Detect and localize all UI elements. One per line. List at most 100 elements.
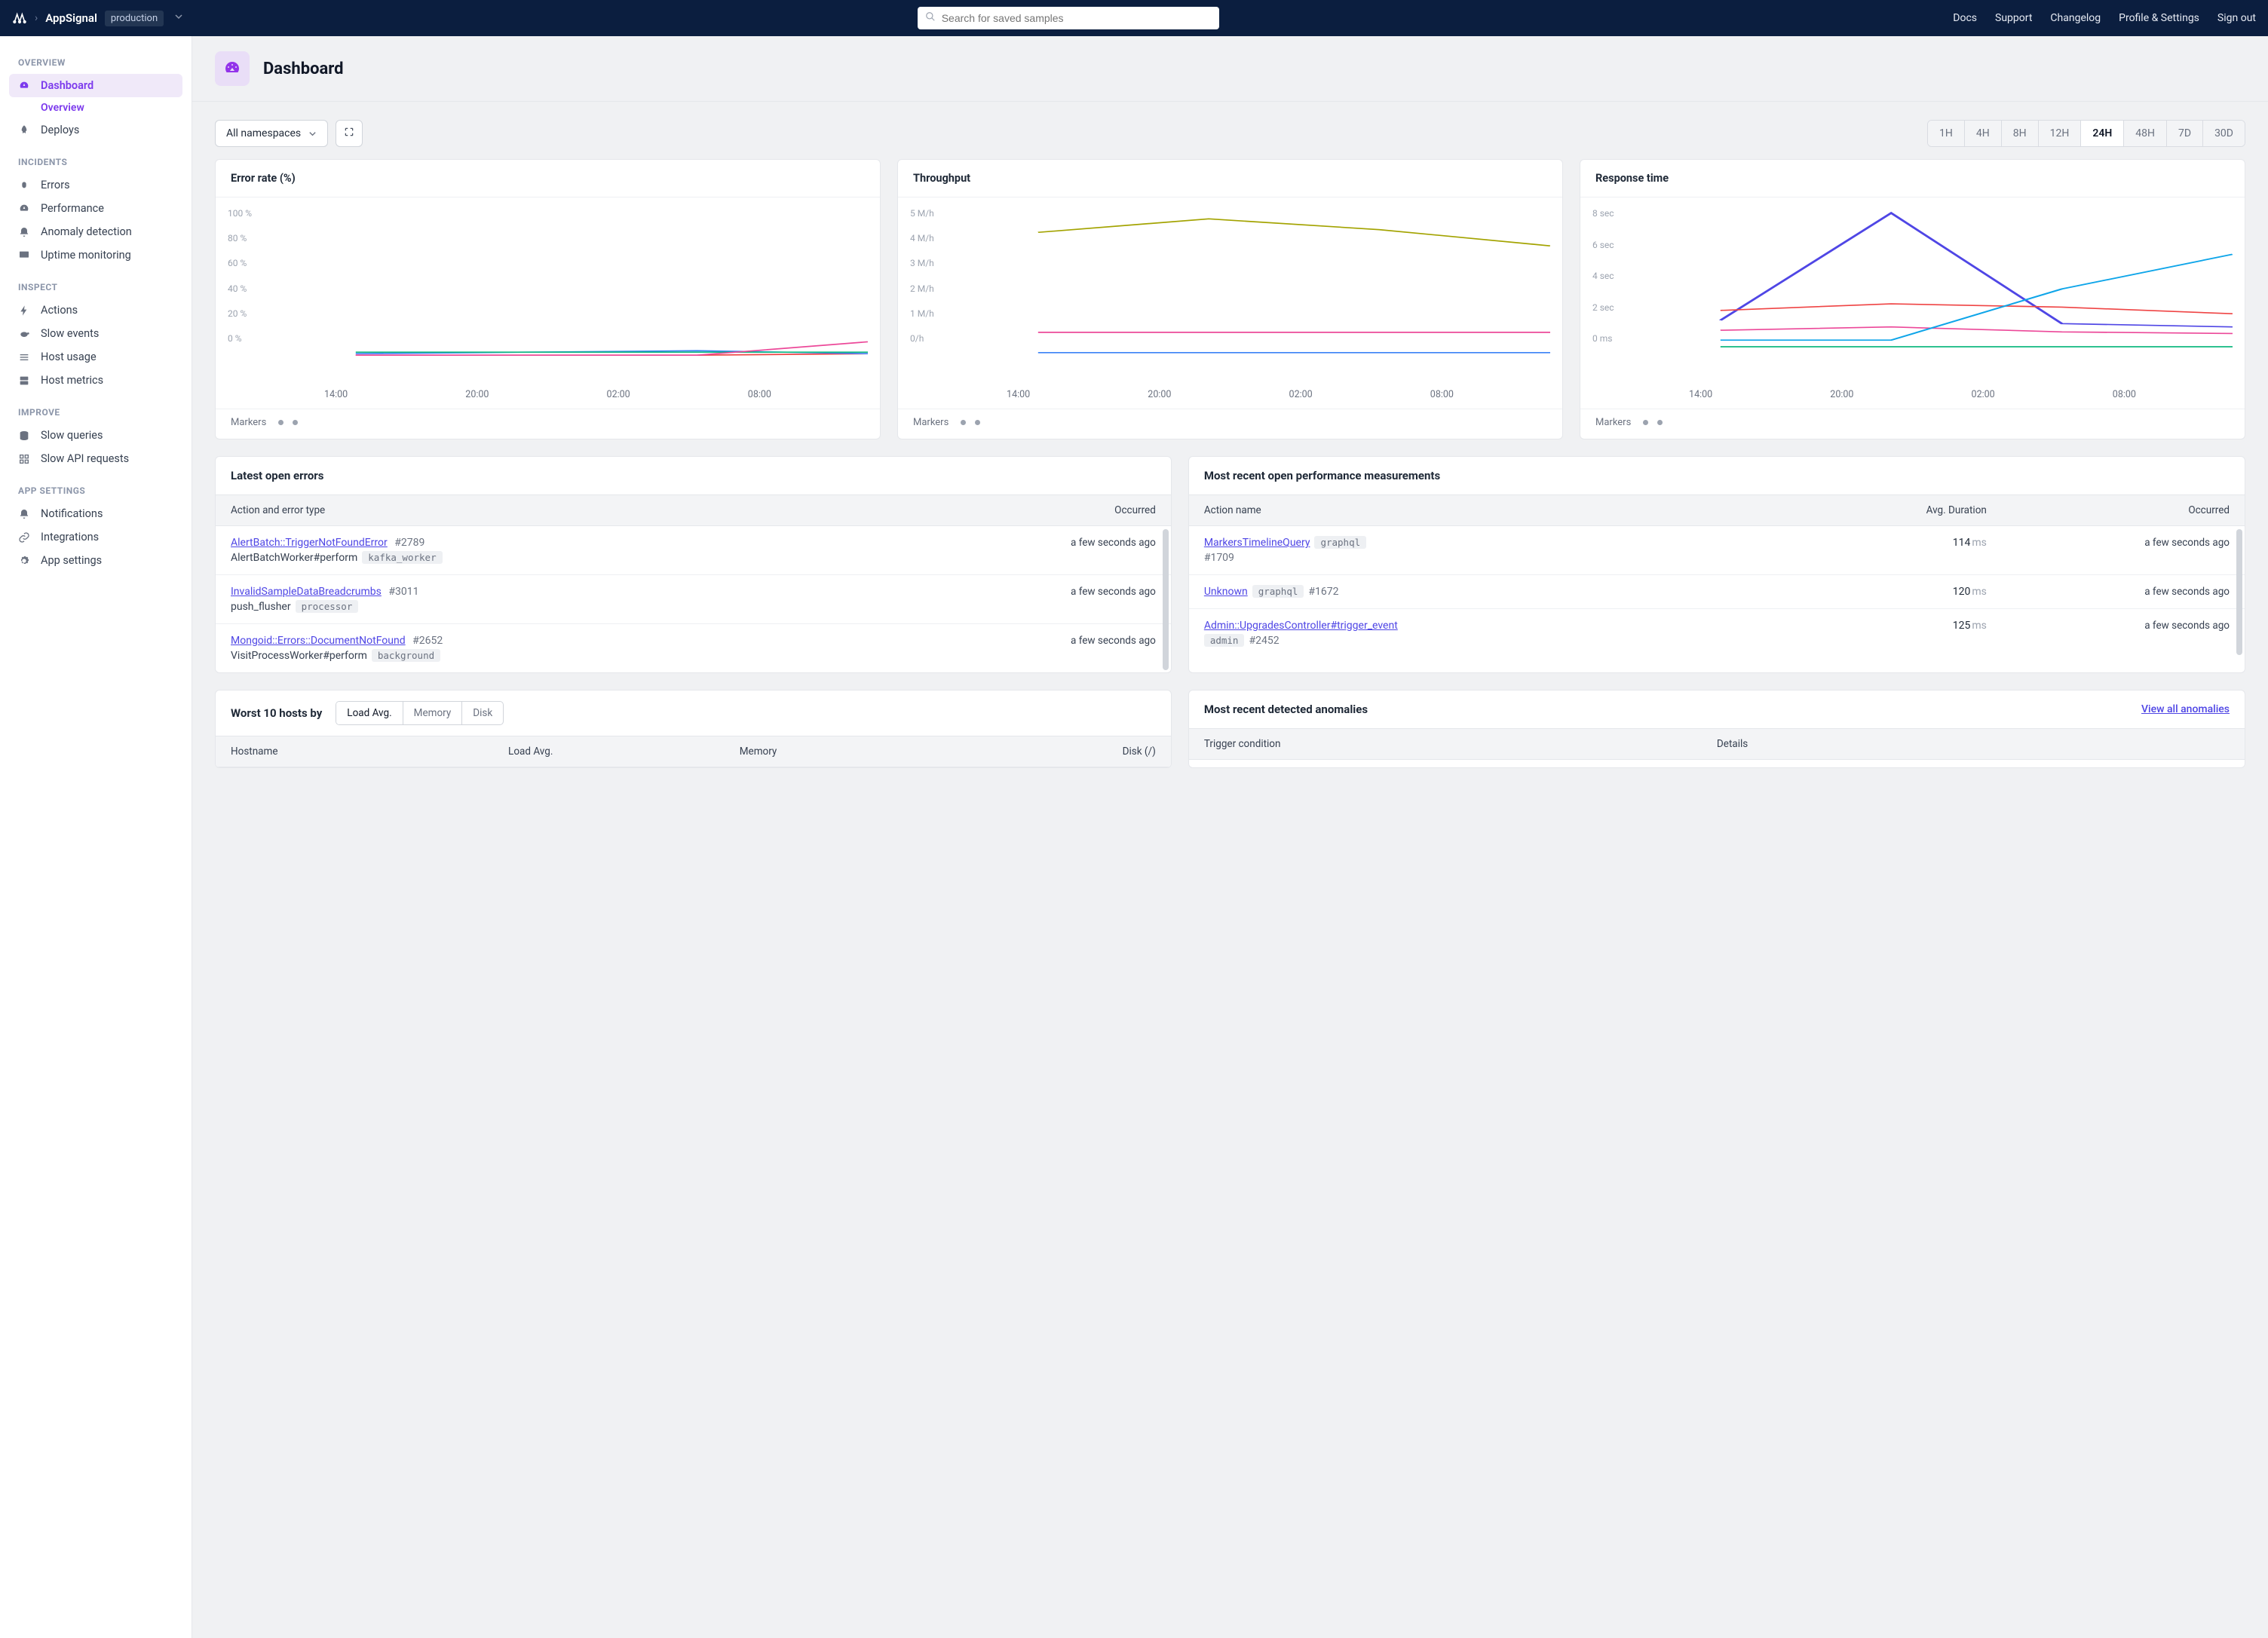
table-row[interactable]: MarkersTimelineQuerygraphql#1709 114ms a… xyxy=(1189,526,2245,575)
table-row[interactable]: AlertBatch::TriggerNotFoundError #2789 A… xyxy=(216,526,1171,575)
hosts-metric-segment: Load Avg.MemoryDisk xyxy=(336,701,504,725)
db-icon xyxy=(18,430,32,442)
api-icon xyxy=(18,453,32,465)
sidebar-item-anomaly-detection[interactable]: Anomaly detection xyxy=(9,220,182,243)
namespace-select[interactable]: All namespaces xyxy=(215,120,328,147)
perf-link[interactable]: Admin::UpgradesController#trigger_event xyxy=(1204,620,1398,632)
time-range-7d[interactable]: 7D xyxy=(2167,121,2203,146)
gear-icon xyxy=(18,555,32,567)
perf-link[interactable]: Unknown xyxy=(1204,586,1248,598)
y-axis-labels: 100 %80 %60 %40 %20 %0 % xyxy=(228,208,252,344)
sidebar-item-dashboard[interactable]: Dashboard xyxy=(9,74,182,97)
list-icon xyxy=(18,351,32,363)
sidebar-item-slow-queries[interactable]: Slow queries xyxy=(9,424,182,447)
table-row[interactable]: Unknowngraphql#1672 120ms a few seconds … xyxy=(1189,575,2245,609)
chevron-down-icon[interactable] xyxy=(174,12,183,24)
bell-icon xyxy=(18,508,32,520)
time-range-8h[interactable]: 8H xyxy=(2002,121,2039,146)
search-icon xyxy=(925,11,936,25)
time-range-48h[interactable]: 48H xyxy=(2124,121,2167,146)
marker-dots[interactable] xyxy=(278,420,298,425)
sidebar-item-errors[interactable]: Errors xyxy=(9,173,182,197)
avg-duration: 125ms xyxy=(1798,620,1987,632)
sidebar-item-label: Actions xyxy=(41,304,78,317)
marker-dots[interactable] xyxy=(961,420,980,425)
table-row[interactable]: InvalidSampleDataBreadcrumbs #3011 push_… xyxy=(216,575,1171,624)
expand-button[interactable] xyxy=(336,120,363,147)
sidebar-item-label: Slow queries xyxy=(41,429,103,442)
time-range-24h[interactable]: 24H xyxy=(2081,121,2124,146)
avg-duration: 114ms xyxy=(1798,537,1987,549)
error-link[interactable]: Mongoid::Errors::DocumentNotFound xyxy=(231,635,406,647)
search-box[interactable] xyxy=(918,7,1219,29)
environment-badge[interactable]: production xyxy=(105,11,164,26)
chart-plot[interactable] xyxy=(228,208,868,381)
markers-row: Markers xyxy=(898,409,1562,439)
occurred-label: a few seconds ago xyxy=(887,635,1156,647)
chart-title: Error rate (%) xyxy=(216,160,880,197)
time-range-30d[interactable]: 30D xyxy=(2203,121,2245,146)
search-input[interactable] xyxy=(942,12,1212,24)
sidebar-item-label: Notifications xyxy=(41,507,103,520)
sidebar-item-label: Host metrics xyxy=(41,374,103,387)
sidebar-item-host-metrics[interactable]: Host metrics xyxy=(9,369,182,392)
topbar-link-profile-settings[interactable]: Profile & Settings xyxy=(2119,12,2199,24)
time-range-12h[interactable]: 12H xyxy=(2039,121,2082,146)
topbar-link-docs[interactable]: Docs xyxy=(1953,12,1977,24)
perf-link[interactable]: MarkersTimelineQuery xyxy=(1204,537,1310,549)
sidebar-item-integrations[interactable]: Integrations xyxy=(9,525,182,549)
marker-dots[interactable] xyxy=(1643,420,1663,425)
time-range-1h[interactable]: 1H xyxy=(1928,121,1965,146)
view-all-anomalies-link[interactable]: View all anomalies xyxy=(2141,703,2230,715)
dashboard-icon xyxy=(215,51,250,86)
namespace-tag: graphql xyxy=(1314,536,1366,549)
rocket-icon xyxy=(18,124,32,136)
error-id: #3011 xyxy=(388,586,418,598)
sidebar-item-performance[interactable]: Performance xyxy=(9,197,182,220)
namespace-tag: kafka_worker xyxy=(362,551,442,564)
sidebar-item-notifications[interactable]: Notifications xyxy=(9,502,182,525)
turtle-icon xyxy=(18,328,32,340)
topbar-link-changelog[interactable]: Changelog xyxy=(2050,12,2101,24)
table-row[interactable]: Admin::UpgradesController#trigger_eventa… xyxy=(1189,609,2245,657)
sidebar-item-deploys[interactable]: Deploys xyxy=(9,118,182,142)
sidebar-heading: APP SETTINGS xyxy=(9,479,182,502)
gauge-icon xyxy=(18,80,32,92)
sidebar-item-actions[interactable]: Actions xyxy=(9,299,182,322)
namespace-tag: admin xyxy=(1204,634,1245,647)
page-header: Dashboard xyxy=(192,36,2268,102)
segment-load-avg-[interactable]: Load Avg. xyxy=(336,702,403,724)
occurred-label: a few seconds ago xyxy=(1987,537,2230,549)
chart-response: Response time 8 sec6 sec4 sec2 sec0 ms 1… xyxy=(1580,159,2245,439)
segment-disk[interactable]: Disk xyxy=(462,702,503,724)
topbar-link-support[interactable]: Support xyxy=(1995,12,2032,24)
chart-plot[interactable] xyxy=(1592,208,2233,381)
error-link[interactable]: InvalidSampleDataBreadcrumbs xyxy=(231,586,382,598)
sidebar-item-host-usage[interactable]: Host usage xyxy=(9,345,182,369)
sidebar-item-slow-api-requests[interactable]: Slow API requests xyxy=(9,447,182,470)
sidebar-item-label: Uptime monitoring xyxy=(41,249,131,262)
sidebar: OVERVIEWDashboardOverviewDeploysINCIDENT… xyxy=(0,36,192,1638)
sidebar-subitem-overview[interactable]: Overview xyxy=(9,97,182,118)
bell-icon xyxy=(18,226,32,238)
occurred-label: a few seconds ago xyxy=(1987,620,2230,632)
app-name[interactable]: AppSignal xyxy=(45,11,97,25)
segment-memory[interactable]: Memory xyxy=(403,702,463,724)
sidebar-item-slow-events[interactable]: Slow events xyxy=(9,322,182,345)
scrollbar[interactable] xyxy=(2236,529,2242,655)
chart-plot[interactable] xyxy=(910,208,1550,381)
time-range-4h[interactable]: 4H xyxy=(1965,121,2002,146)
scrollbar[interactable] xyxy=(1163,529,1169,670)
card-title: Latest open errors xyxy=(216,457,1171,494)
appsignal-logo-icon[interactable] xyxy=(12,11,27,26)
gauge-icon xyxy=(18,203,32,215)
topbar-link-sign-out[interactable]: Sign out xyxy=(2217,12,2256,24)
sidebar-item-uptime-monitoring[interactable]: Uptime monitoring xyxy=(9,243,182,267)
sidebar-item-app-settings[interactable]: App settings xyxy=(9,549,182,572)
server-icon xyxy=(18,375,32,387)
error-link[interactable]: AlertBatch::TriggerNotFoundError xyxy=(231,537,388,549)
namespace-tag: graphql xyxy=(1252,585,1304,598)
chart-throughput: Throughput 5 M/h4 M/h3 M/h2 M/h1 M/h0/h … xyxy=(897,159,1563,439)
error-id: #2652 xyxy=(412,635,443,647)
table-row[interactable]: Mongoid::Errors::DocumentNotFound #2652 … xyxy=(216,624,1171,672)
